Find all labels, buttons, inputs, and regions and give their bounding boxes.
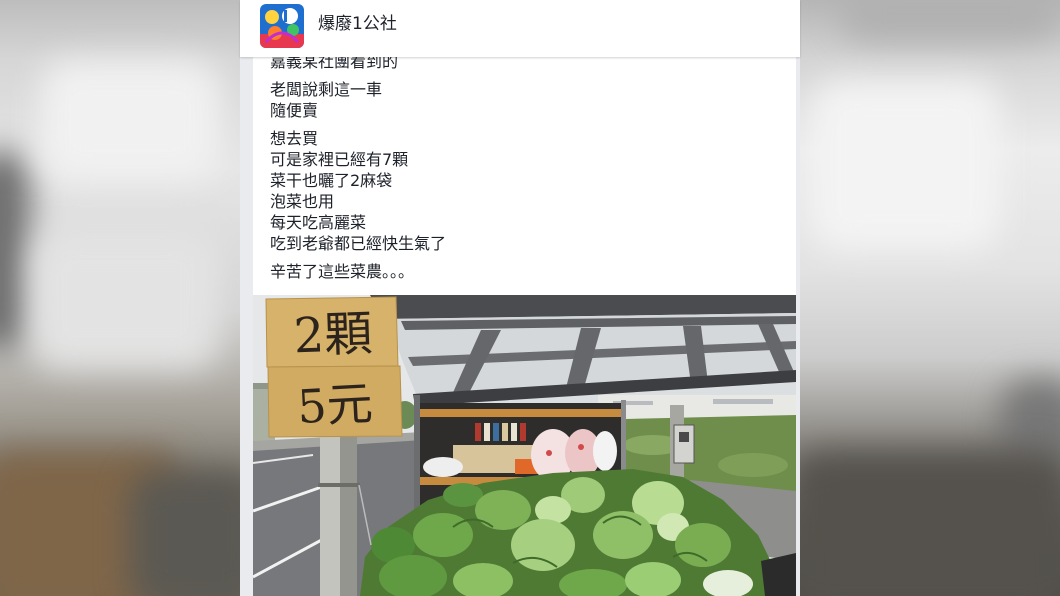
post-paragraph: 想去買 可是家裡已經有7顆 菜干也曬了2麻袋 泡菜也用 每天吃高麗菜 吃到老爺都… xyxy=(270,128,780,254)
post-text-line: 可是家裡已經有7顆 xyxy=(270,150,409,169)
post-photo-image: 2顆 5元 xyxy=(253,295,796,596)
post-paragraph: 老闆說剩這一車 隨便賣 xyxy=(270,79,780,121)
blur-patch xyxy=(130,470,240,596)
sign-text-quantity: 2顆 xyxy=(293,306,373,365)
page-name-link[interactable]: 爆廢1公社 xyxy=(318,13,397,35)
post-text-line: 隨便賣 xyxy=(270,101,319,120)
post-text-line: 辛苦了這些菜農。。。 xyxy=(270,262,415,281)
post-text-line: 泡菜也用 xyxy=(270,192,335,211)
avatar-logo xyxy=(260,4,304,48)
blur-patch xyxy=(30,230,220,370)
post-text-line: 吃到老爺都已經快生氣了 xyxy=(270,234,447,253)
blur-patch xyxy=(810,80,1000,250)
post-text-line: 想去買 xyxy=(270,129,319,148)
post-text: 嘉義某社團看到的 老闆說剩這一車 隨便賣 想去買 可是家裡已經有7顆 菜干也曬了… xyxy=(270,51,780,289)
price-sign: 2顆 5元 xyxy=(265,296,403,438)
blurred-background-left xyxy=(0,0,240,596)
sign-text-price: 5元 xyxy=(296,376,374,434)
post-text-line: 菜干也曬了2麻袋 xyxy=(270,171,393,190)
blur-patch xyxy=(0,150,30,350)
post-header: 爆廢1公社 xyxy=(240,0,800,57)
post-photo[interactable]: 2顆 5元 xyxy=(253,295,796,596)
post-text-line: 老闆說剩這一車 xyxy=(270,80,383,99)
blur-patch xyxy=(840,0,1060,40)
blur-patch xyxy=(40,60,220,180)
blurred-background-right xyxy=(800,0,1060,596)
post-text-line: 每天吃高麗菜 xyxy=(270,213,367,232)
post-paragraph: 辛苦了這些菜農。。。 xyxy=(270,261,780,282)
page-avatar[interactable] xyxy=(260,4,304,48)
blur-patch xyxy=(800,450,1060,596)
